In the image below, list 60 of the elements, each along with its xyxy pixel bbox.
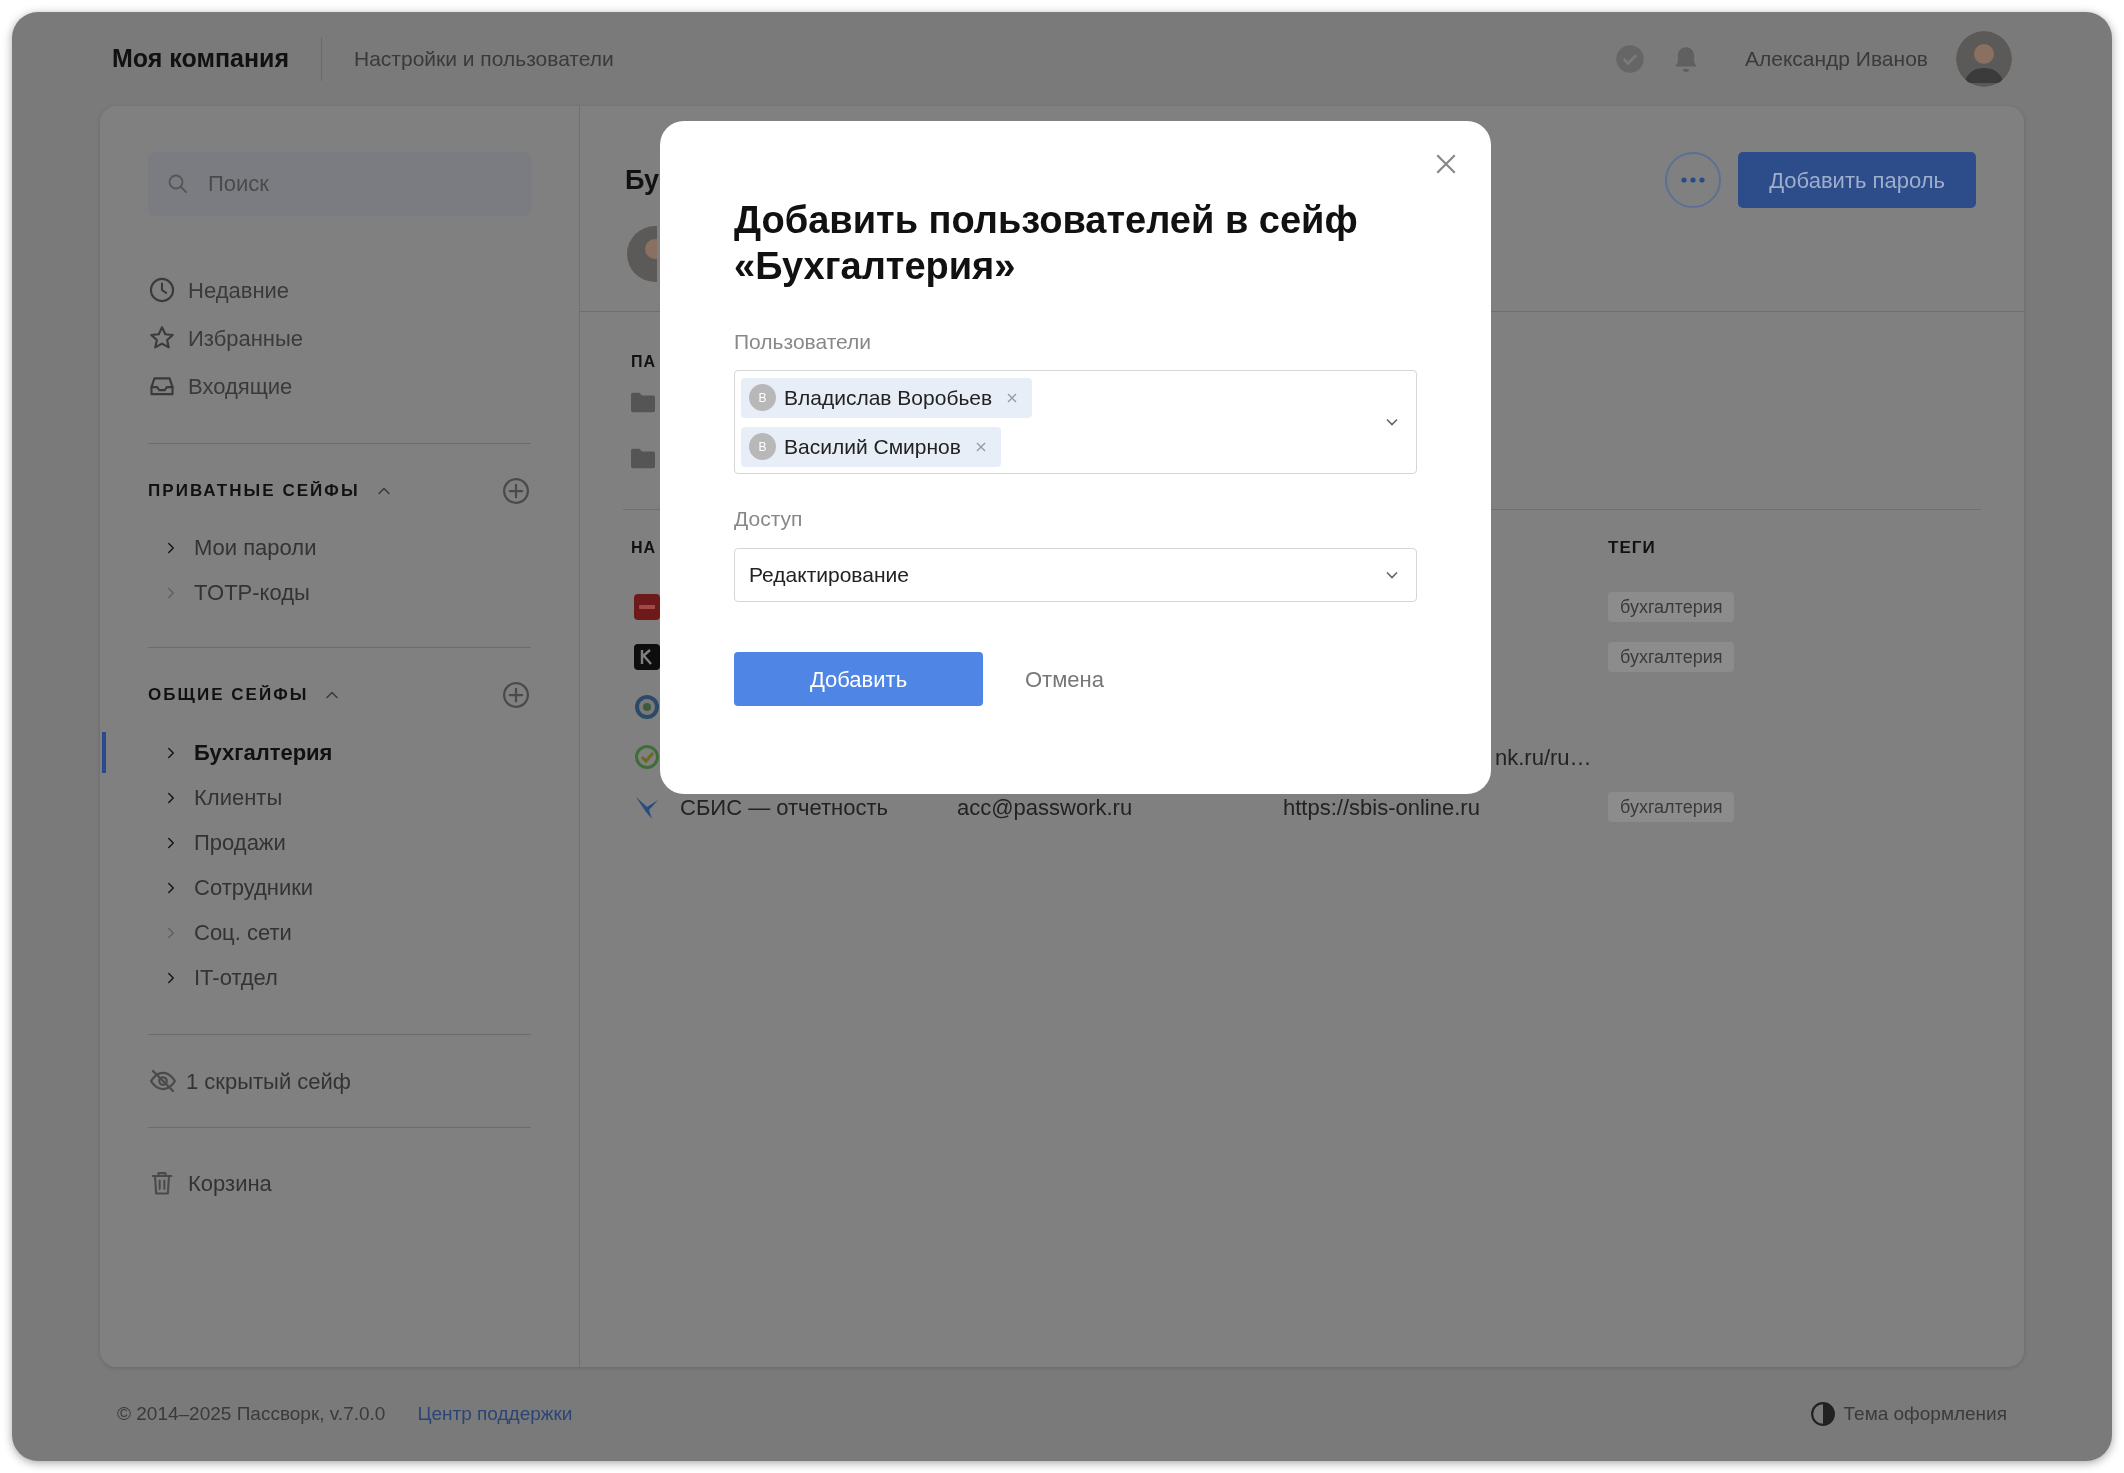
logo-icon — [634, 594, 660, 620]
more-icon — [1681, 177, 1706, 183]
section-heading: ОБЩИЕ СЕЙФЫ — [148, 684, 309, 707]
vault-title: Бу — [625, 164, 660, 197]
section-heading: ПРИВАТНЫЕ СЕЙФЫ — [148, 480, 360, 503]
theme-toggle[interactable]: Тема оформления — [1809, 1399, 2007, 1429]
vault-item[interactable]: IT-отдел — [148, 955, 278, 1000]
company-name: Моя компания — [112, 43, 289, 75]
trash-link[interactable]: Корзина — [148, 1161, 531, 1205]
hidden-vaults-link[interactable]: 1 скрытый сейф — [148, 1059, 531, 1103]
logo-icon — [634, 644, 660, 670]
tag: бухгалтерия — [1608, 592, 1735, 622]
section-heading: ПА — [631, 353, 656, 370]
add-password-button[interactable]: Добавить пароль — [1738, 152, 1976, 208]
cancel-button[interactable]: Отмена — [1013, 652, 1116, 706]
support-link[interactable]: Центр поддержки — [417, 1399, 573, 1429]
nav-item[interactable]: Избранные — [148, 314, 531, 362]
user-initial: В — [749, 384, 776, 411]
login-cell: acc@passwork.ru — [957, 794, 1133, 820]
clock-icon — [148, 276, 176, 304]
emblem-icon — [634, 694, 660, 720]
search-field[interactable]: Поиск — [148, 152, 531, 216]
user-name-label: Владислав Воробьев — [784, 384, 993, 411]
vault-item[interactable]: Продажи — [148, 820, 286, 865]
vault-item[interactable]: Клиенты — [148, 775, 283, 820]
tag: бухгалтерия — [1608, 792, 1735, 822]
user-avatar[interactable] — [1956, 31, 2012, 87]
search-icon — [166, 172, 190, 196]
field-label: Доступ — [734, 506, 804, 532]
add-button[interactable]: Добавить — [734, 652, 983, 706]
add-icon — [501, 476, 531, 506]
tag: бухгалтерия — [1608, 642, 1735, 672]
nav-item[interactable]: Недавние — [148, 266, 531, 314]
folder-icon — [631, 447, 655, 469]
folder-icon — [631, 391, 655, 413]
nav-item[interactable]: Входящие — [148, 362, 531, 410]
copyright: © 2014–2025 Пассворк, v.7.0.0 — [117, 1401, 386, 1426]
add-icon — [501, 680, 531, 710]
vault-item[interactable]: Мои пароли — [148, 525, 317, 570]
dialog-title: Добавить пользователей в сейф «Бухгалтерия» — [734, 198, 1359, 289]
bird-icon — [634, 794, 660, 820]
field-label: Пользователи — [734, 329, 873, 355]
url-cell: nk.ru/ru… — [1495, 744, 1592, 770]
user-name[interactable]: Александр Иванов — [1744, 43, 1928, 75]
users-select[interactable]: В Владислав Воробьев В Василий Смирнов — [734, 370, 1417, 474]
more-button[interactable] — [1665, 152, 1722, 208]
user-name-label: Василий Смирнов — [784, 433, 961, 460]
column-header: НА — [631, 539, 657, 556]
column-header: ТЕГИ — [1608, 538, 1656, 558]
access-select[interactable]: Редактирование — [734, 548, 1417, 602]
url-cell: https://sbis-online.ru — [1283, 794, 1480, 820]
contrast-icon — [1809, 1401, 1836, 1427]
vault-item[interactable]: Бухгалтерия — [148, 730, 333, 775]
user-initial: В — [749, 433, 776, 460]
page-section: Настройки и пользователи — [354, 43, 614, 75]
check-circle-icon — [634, 744, 660, 770]
vault-item[interactable]: Сотрудники — [148, 865, 314, 910]
vault-item[interactable]: Соц. сети — [148, 910, 292, 955]
vault-item[interactable]: TOTP-коды — [148, 570, 310, 615]
password-name[interactable]: СБИС — отчетность — [680, 790, 889, 824]
